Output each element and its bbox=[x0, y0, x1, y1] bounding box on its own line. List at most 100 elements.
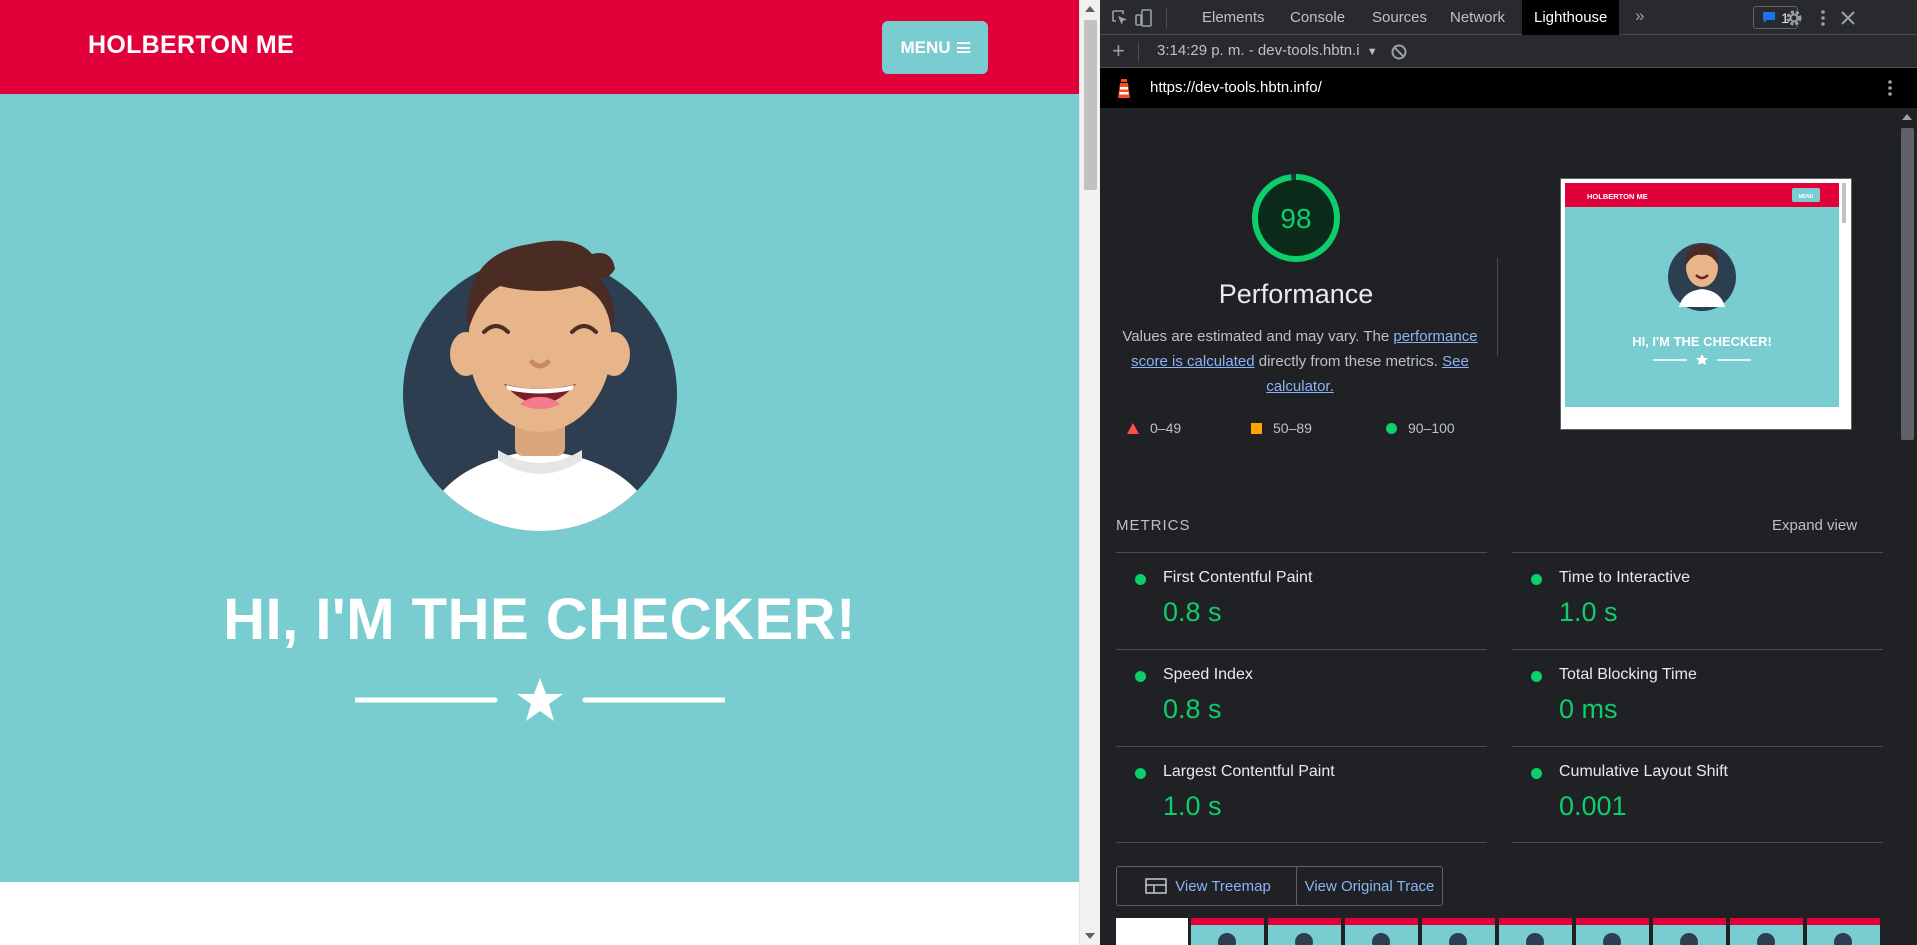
filmstrip-frame bbox=[1345, 918, 1418, 945]
view-trace-button[interactable]: View Original Trace bbox=[1296, 866, 1443, 906]
menu-button[interactable]: MENU bbox=[882, 21, 988, 74]
website-viewport: HOLBERTON ME MENU HI, I'M THE CHECKER! bbox=[0, 0, 1079, 945]
star-divider bbox=[355, 678, 725, 721]
more-tabs-icon[interactable]: » bbox=[1635, 6, 1644, 26]
desc-prefix: Values are estimated and may vary. The bbox=[1122, 328, 1394, 345]
toolbar-separator bbox=[1138, 42, 1139, 62]
performance-description: Values are estimated and may vary. The p… bbox=[1110, 324, 1490, 399]
tab-network[interactable]: Network bbox=[1438, 0, 1517, 35]
filmstrip-frame bbox=[1191, 918, 1264, 945]
treemap-icon bbox=[1145, 878, 1167, 894]
inspect-element-icon[interactable] bbox=[1110, 8, 1130, 28]
performance-title: Performance bbox=[1218, 279, 1374, 309]
metric-cls: Cumulative Layout Shift 0.001 bbox=[1512, 746, 1883, 843]
legend-pass-range: 90–100 bbox=[1408, 420, 1455, 436]
legend-fail: 0–49 bbox=[1127, 420, 1181, 436]
metric-name: Cumulative Layout Shift bbox=[1559, 763, 1728, 780]
metric-value: 0.8 s bbox=[1163, 694, 1222, 724]
metric-name: First Contentful Paint bbox=[1163, 569, 1313, 586]
scroll-down-arrow-icon[interactable] bbox=[1085, 933, 1095, 939]
thumb-title: HI, I'M THE CHECKER! bbox=[1632, 334, 1772, 349]
lighthouse-urlbar: https://dev-tools.hbtn.info/ bbox=[1100, 68, 1917, 108]
metric-name: Largest Contentful Paint bbox=[1163, 763, 1335, 780]
metric-value: 0.001 bbox=[1559, 791, 1627, 821]
star-icon bbox=[517, 678, 563, 721]
filmstrip-frame bbox=[1807, 918, 1880, 945]
filmstrip-frame bbox=[1499, 918, 1572, 945]
expand-view-toggle[interactable]: Expand view bbox=[1772, 517, 1857, 534]
pass-dot-icon bbox=[1135, 671, 1146, 682]
site-logo[interactable]: HOLBERTON ME bbox=[88, 31, 294, 60]
metric-name: Speed Index bbox=[1163, 666, 1253, 683]
metric-value: 0.8 s bbox=[1163, 597, 1222, 627]
pass-dot-icon bbox=[1135, 768, 1146, 779]
lighthouse-logo-icon bbox=[1118, 79, 1130, 98]
legend-average: 50–89 bbox=[1251, 420, 1312, 436]
thumb-logo: HOLBERTON ME bbox=[1587, 192, 1648, 201]
report-kebab-icon[interactable] bbox=[1880, 78, 1900, 98]
desc-middle: directly from these metrics. bbox=[1254, 353, 1443, 370]
tab-elements[interactable]: Elements bbox=[1190, 0, 1277, 35]
final-screenshot[interactable]: HOLBERTON ME MENU HI, I'M THE CHECKER! bbox=[1560, 178, 1852, 430]
thumb-menu: MENU bbox=[1799, 194, 1814, 200]
audited-url[interactable]: https://dev-tools.hbtn.info/ bbox=[1150, 79, 1322, 96]
report-selector-label: 3:14:29 p. m. - dev-tools.hbtn.i bbox=[1157, 42, 1360, 59]
scrollbar-thumb[interactable] bbox=[1084, 20, 1097, 190]
metric-name: Total Blocking Time bbox=[1559, 666, 1697, 683]
toolbar-separator bbox=[1166, 8, 1167, 28]
legend-average-range: 50–89 bbox=[1273, 420, 1312, 436]
hamburger-icon bbox=[956, 42, 970, 53]
metrics-divider bbox=[1512, 842, 1883, 843]
performance-gauge: 98 bbox=[1252, 174, 1340, 262]
lighthouse-report: 98 Performance Values are estimated and … bbox=[1100, 108, 1898, 945]
metric-speed-index: Speed Index 0.8 s bbox=[1116, 649, 1487, 746]
metric-tti: Time to Interactive 1.0 s bbox=[1512, 552, 1883, 649]
menu-label: MENU bbox=[900, 37, 951, 57]
filmstrip-frame bbox=[1653, 918, 1726, 945]
tab-console[interactable]: Console bbox=[1278, 0, 1357, 35]
hero-title: HI, I'M THE CHECKER! bbox=[223, 587, 856, 652]
metric-value: 1.0 s bbox=[1559, 597, 1618, 627]
report-scrollbar[interactable] bbox=[1898, 108, 1917, 945]
report-selector[interactable]: 3:14:29 p. m. - dev-tools.hbtn.i ▼ bbox=[1157, 42, 1378, 59]
clear-reports-icon[interactable] bbox=[1390, 43, 1408, 61]
square-icon bbox=[1251, 422, 1262, 434]
metric-fcp: First Contentful Paint 0.8 s bbox=[1116, 552, 1487, 649]
new-report-plus-icon[interactable]: + bbox=[1112, 38, 1125, 64]
triangle-icon bbox=[1127, 422, 1139, 434]
metrics-divider bbox=[1116, 842, 1487, 843]
scrollbar-thumb[interactable] bbox=[1901, 128, 1914, 440]
tab-sources[interactable]: Sources bbox=[1360, 0, 1439, 35]
filmstrip bbox=[1116, 918, 1880, 945]
devtools-tabbar: Elements Console Sources Network Lightho… bbox=[1100, 0, 1917, 35]
device-toolbar-icon[interactable] bbox=[1134, 8, 1154, 28]
pass-dot-icon bbox=[1531, 671, 1542, 682]
scroll-up-arrow-icon[interactable] bbox=[1085, 6, 1095, 12]
metric-value: 1.0 s bbox=[1163, 791, 1222, 821]
pass-dot-icon bbox=[1135, 574, 1146, 585]
filmstrip-frame bbox=[1730, 918, 1803, 945]
filmstrip-frame bbox=[1422, 918, 1495, 945]
tab-lighthouse[interactable]: Lighthouse bbox=[1522, 0, 1620, 35]
dropdown-arrow-icon: ▼ bbox=[1366, 46, 1378, 58]
site-header: HOLBERTON ME MENU bbox=[0, 0, 1079, 94]
kebab-menu-icon[interactable] bbox=[1813, 8, 1833, 28]
pass-dot-icon bbox=[1531, 574, 1542, 585]
view-treemap-button[interactable]: View Treemap bbox=[1116, 866, 1300, 906]
view-trace-label: View Original Trace bbox=[1304, 877, 1435, 895]
metric-value: 0 ms bbox=[1559, 694, 1618, 724]
metrics-heading: METRICS bbox=[1116, 517, 1191, 534]
legend-fail-range: 0–49 bbox=[1150, 420, 1182, 436]
metric-tbt: Total Blocking Time 0 ms bbox=[1512, 649, 1883, 746]
scroll-up-arrow-icon[interactable] bbox=[1902, 114, 1912, 120]
close-icon[interactable] bbox=[1838, 8, 1858, 28]
page-scrollbar[interactable] bbox=[1079, 0, 1100, 945]
pass-dot-icon bbox=[1531, 768, 1542, 779]
metric-name: Time to Interactive bbox=[1559, 569, 1691, 586]
settings-gear-icon[interactable] bbox=[1784, 8, 1804, 28]
hero-section: HI, I'M THE CHECKER! bbox=[0, 94, 1079, 882]
checker-avatar bbox=[403, 240, 677, 531]
filmstrip-frame bbox=[1268, 918, 1341, 945]
screenshot-preview: HOLBERTON ME MENU HI, I'M THE CHECKER! bbox=[1561, 179, 1851, 429]
legend-pass: 90–100 bbox=[1386, 420, 1455, 436]
